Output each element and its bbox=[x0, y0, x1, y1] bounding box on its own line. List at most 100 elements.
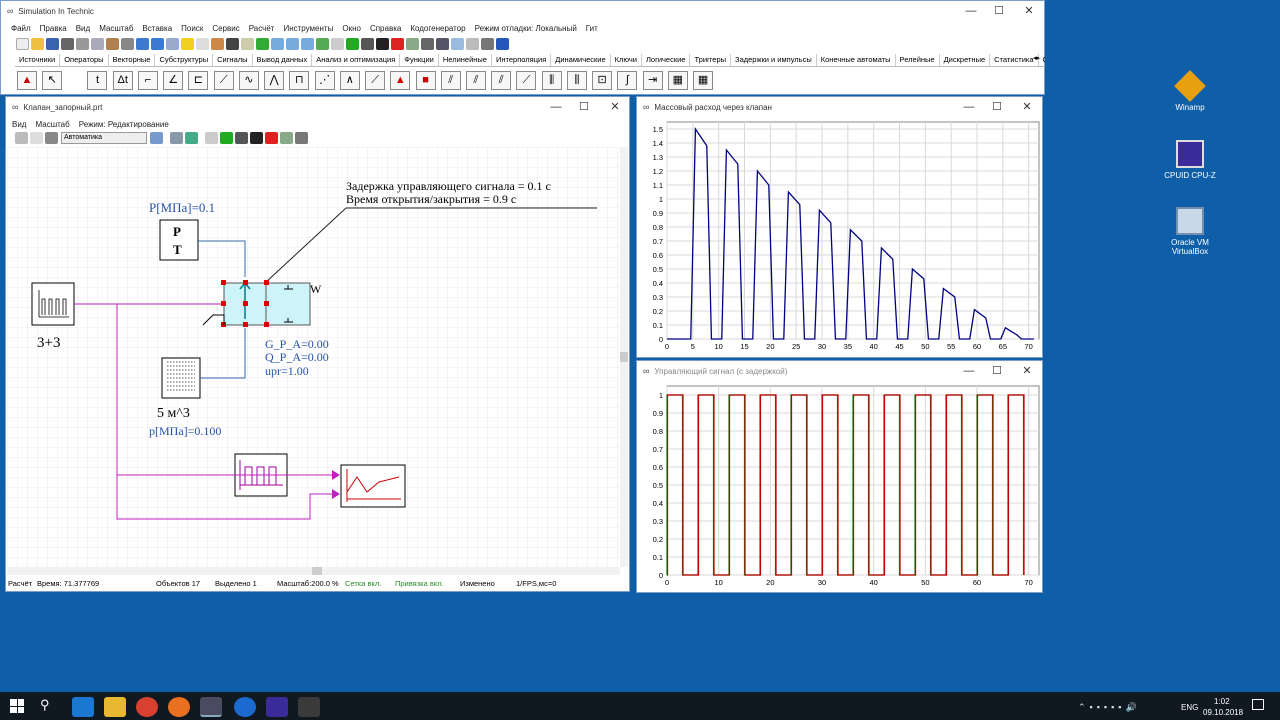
open-folder-icon[interactable] bbox=[31, 37, 44, 50]
main-menu-item-6[interactable]: Сервис bbox=[212, 24, 239, 33]
palette-tab-4[interactable]: Сигналы bbox=[213, 54, 253, 66]
copy-icon[interactable] bbox=[91, 37, 104, 50]
layers-icon[interactable] bbox=[170, 132, 183, 144]
table-icon[interactable] bbox=[466, 37, 479, 50]
block-diag1-icon[interactable]: ⫽ bbox=[440, 71, 461, 90]
schema-gray-icon[interactable] bbox=[295, 132, 308, 144]
block-time-icon[interactable]: t bbox=[87, 71, 108, 90]
block-table-icon[interactable]: ▦ bbox=[667, 71, 688, 90]
schema-menu-item-1[interactable]: Масштаб bbox=[35, 120, 69, 129]
palette-tab-12[interactable]: Логические bbox=[642, 54, 691, 66]
main-menu-item-9[interactable]: Окно bbox=[342, 24, 361, 33]
plot2-minimize-button[interactable]: — bbox=[954, 361, 984, 381]
palette-tab-14[interactable]: Задержки и импульсы bbox=[731, 54, 817, 66]
binoculars-icon[interactable] bbox=[226, 37, 239, 50]
main-menu-item-3[interactable]: Масштаб bbox=[99, 24, 133, 33]
palette-tab-11[interactable]: Ключи bbox=[611, 54, 642, 66]
block-diag3-icon[interactable]: ⫽ bbox=[491, 71, 512, 90]
main-menu-item-13[interactable]: Гит bbox=[586, 24, 598, 33]
palette-tab-6[interactable]: Анализ и оптимизация bbox=[312, 54, 401, 66]
main-menu-item-5[interactable]: Поиск bbox=[181, 24, 203, 33]
block-dt-icon[interactable]: Δt bbox=[112, 71, 133, 90]
minimize-button[interactable]: — bbox=[956, 1, 986, 21]
firefox-icon[interactable] bbox=[168, 697, 190, 717]
block-curve-icon[interactable]: ∫ bbox=[617, 71, 638, 90]
palette-tab-2[interactable]: Векторные bbox=[109, 54, 156, 66]
main-menu-item-0[interactable]: Файл bbox=[11, 24, 31, 33]
palette-tab-9[interactable]: Интерполяция bbox=[492, 54, 552, 66]
palette-tab-17[interactable]: Дискретные bbox=[940, 54, 991, 66]
swap-icon[interactable] bbox=[150, 132, 163, 144]
block-step-icon[interactable]: ⌐ bbox=[137, 71, 158, 90]
maximize-button[interactable]: ☐ bbox=[984, 1, 1014, 21]
schema-chart-icon[interactable] bbox=[280, 132, 293, 144]
search-icon[interactable]: ⚲ bbox=[40, 697, 50, 713]
script-icon[interactable] bbox=[241, 37, 254, 50]
block-pulse-icon[interactable]: ⊓ bbox=[289, 71, 310, 90]
app-task-icon[interactable] bbox=[298, 697, 320, 717]
plot1-minimize-button[interactable]: — bbox=[954, 97, 984, 117]
edge-icon[interactable] bbox=[72, 697, 94, 717]
schema-maximize-button[interactable]: ☐ bbox=[569, 97, 599, 117]
block-rand-icon[interactable]: ⋰ bbox=[314, 71, 335, 90]
monitor-icon[interactable] bbox=[436, 37, 449, 50]
block-func-icon[interactable]: ⊡ bbox=[592, 71, 613, 90]
palette-tab-1[interactable]: Операторы bbox=[60, 54, 109, 66]
schema-play-icon[interactable] bbox=[220, 132, 233, 144]
plot1-maximize-button[interactable]: ☐ bbox=[982, 97, 1012, 117]
cut-icon[interactable] bbox=[76, 37, 89, 50]
simintech-icon[interactable] bbox=[200, 697, 222, 717]
tank-block[interactable] bbox=[161, 357, 201, 399]
bulb-off-icon[interactable] bbox=[196, 37, 209, 50]
page-icon[interactable] bbox=[30, 132, 43, 144]
redo-icon[interactable] bbox=[151, 37, 164, 50]
zoom-in-icon[interactable] bbox=[271, 37, 284, 50]
pointer-icon[interactable]: ↖ bbox=[42, 71, 63, 90]
schema-close-button[interactable]: ✕ bbox=[600, 97, 630, 117]
palette-tab-10[interactable]: Динамические bbox=[551, 54, 611, 66]
teamviewer-icon[interactable] bbox=[234, 697, 256, 717]
block-lin-icon[interactable]: ⟋ bbox=[213, 71, 234, 90]
main-menu-item-4[interactable]: Вставка bbox=[142, 24, 172, 33]
block-arrow-icon[interactable]: ⇥ bbox=[642, 71, 663, 90]
link-icon[interactable] bbox=[185, 132, 198, 144]
main-menu-item-2[interactable]: Вид bbox=[76, 24, 90, 33]
block-diag4-icon[interactable]: ⟋ bbox=[516, 71, 537, 90]
package-icon[interactable] bbox=[256, 37, 269, 50]
schema-step-icon[interactable] bbox=[235, 132, 248, 144]
cpuz-task-icon[interactable] bbox=[266, 697, 288, 717]
scope-block[interactable] bbox=[340, 464, 406, 508]
refresh-icon[interactable] bbox=[166, 37, 179, 50]
mode-select[interactable]: Автоматика bbox=[61, 132, 147, 144]
main-titlebar[interactable]: ∞ Simulation In Technic bbox=[1, 1, 1044, 21]
palette-tab-5[interactable]: Вывод данных bbox=[253, 54, 313, 66]
schema-timer-icon[interactable] bbox=[205, 132, 218, 144]
valve-block[interactable] bbox=[221, 280, 311, 327]
paste-icon[interactable] bbox=[106, 37, 119, 50]
palette-tab-16[interactable]: Релейные bbox=[896, 54, 940, 66]
play-icon[interactable] bbox=[346, 37, 359, 50]
desktop-icon-winamp[interactable]: Winamp bbox=[1155, 70, 1225, 112]
block-const-icon[interactable]: ⊏ bbox=[188, 71, 209, 90]
tray-icons[interactable]: ⌃▪▪▪▪▪🔊 bbox=[1078, 702, 1141, 713]
plot1-chart[interactable]: 0 0.1 0.2 0.3 0.4 0.5 0.6 0.7 0.8 0.9 1 1.1 1.2 1.3 1.… bbox=[637, 117, 1042, 357]
desktop-icon-virtualbox[interactable]: Oracle VM VirtualBox bbox=[1155, 207, 1225, 256]
chart-icon[interactable] bbox=[406, 37, 419, 50]
wrench-icon[interactable] bbox=[45, 132, 58, 144]
step-icon[interactable] bbox=[361, 37, 374, 50]
palette-tab-0[interactable]: Источники bbox=[15, 54, 61, 66]
save-icon[interactable] bbox=[46, 37, 59, 50]
block-bars-icon[interactable]: ⫼ bbox=[541, 71, 562, 90]
main-menu-item-10[interactable]: Справка bbox=[370, 24, 401, 33]
zoom-fit-icon[interactable] bbox=[301, 37, 314, 50]
block-diag2-icon[interactable]: ⫽ bbox=[465, 71, 486, 90]
main-menu-item-12[interactable]: Режим отладки: Локальный bbox=[475, 24, 577, 33]
palette-tab-3[interactable]: Субструктуры bbox=[155, 54, 214, 66]
schema-pause-icon[interactable] bbox=[250, 132, 263, 144]
palette-scroll-arrows[interactable]: ◂▸ bbox=[1033, 54, 1040, 62]
block-ramp-icon[interactable]: ∠ bbox=[163, 71, 184, 90]
calculator-icon[interactable] bbox=[481, 37, 494, 50]
main-menu-item-7[interactable]: Расчёт bbox=[249, 24, 275, 33]
lang-indicator[interactable]: ENG bbox=[1181, 703, 1198, 712]
schema-vscroll[interactable] bbox=[620, 147, 628, 567]
